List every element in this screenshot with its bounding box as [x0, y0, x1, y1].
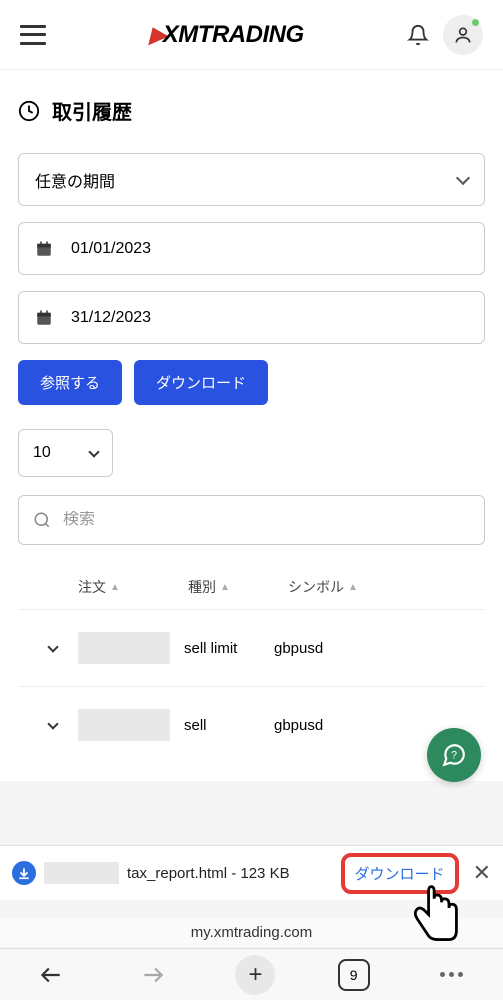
download-icon [12, 861, 36, 885]
page-title: 取引履歴 [52, 96, 132, 125]
date-from-input[interactable]: 01/01/2023 [18, 222, 485, 275]
cell-type: sell limit [184, 640, 274, 657]
main-content: 取引履歴 任意の期間 01/01/2023 31/12/2023 参照する ダウ… [0, 70, 503, 781]
browser-menu-button[interactable] [432, 955, 472, 995]
profile-button[interactable] [443, 15, 483, 55]
pagesize-value: 10 [33, 444, 51, 462]
cell-symbol: gbpusd [274, 640, 475, 657]
browser-url-bar[interactable]: my.xmtrading.com [0, 917, 503, 947]
chevron-down-icon [47, 641, 58, 652]
browse-button[interactable]: 参照する [18, 360, 122, 405]
sort-icon: ▲ [110, 582, 120, 593]
sort-icon: ▲ [220, 582, 230, 593]
browser-nav-bar: + 9 [0, 948, 503, 1000]
column-symbol[interactable]: シンボル▲ [288, 577, 475, 597]
period-select-value: 任意の期間 [35, 168, 115, 192]
cell-type: sell [184, 717, 274, 734]
notifications-button[interactable] [407, 24, 429, 46]
search-box[interactable] [18, 495, 485, 545]
chevron-down-icon [456, 170, 470, 184]
chevron-down-icon [88, 446, 99, 457]
back-button[interactable] [31, 955, 71, 995]
column-type[interactable]: 種別▲ [188, 577, 288, 597]
date-to-value: 31/12/2023 [71, 309, 151, 327]
search-input[interactable] [63, 511, 470, 529]
close-download-bar[interactable]: ✕ [473, 860, 491, 886]
menu-button[interactable] [20, 25, 46, 45]
forward-button[interactable] [133, 955, 173, 995]
column-order[interactable]: 注文▲ [78, 577, 188, 597]
redacted-order-id [78, 709, 170, 741]
app-header: ▶ XMTRADING [0, 0, 503, 70]
table-row: sell gbpusd [18, 686, 485, 763]
tabs-button[interactable]: 9 [338, 959, 370, 991]
status-dot-icon [472, 19, 479, 26]
calendar-icon [35, 240, 53, 258]
table-row: sell limit gbpusd [18, 609, 485, 686]
logo[interactable]: ▶ XMTRADING [149, 21, 303, 49]
download-notification-bar: tax_report.html - 123 KB ダウンロード ✕ [0, 845, 503, 900]
tab-count: 9 [350, 967, 358, 983]
pagesize-select[interactable]: 10 [18, 429, 113, 477]
expand-row-button[interactable] [28, 646, 78, 651]
sort-icon: ▲ [348, 582, 358, 593]
calendar-icon [35, 309, 53, 327]
download-action-button[interactable]: ダウンロード [355, 866, 445, 883]
logo-text: XMTRADING [163, 21, 304, 49]
date-to-input[interactable]: 31/12/2023 [18, 291, 485, 344]
redacted-order-id [78, 632, 170, 664]
clock-icon [18, 100, 40, 122]
svg-text:?: ? [451, 749, 457, 761]
expand-row-button[interactable] [28, 723, 78, 728]
redacted-filename-prefix [44, 862, 119, 884]
table-header: 注文▲ 種別▲ シンボル▲ [18, 565, 485, 609]
help-fab[interactable]: ? [427, 728, 481, 782]
date-from-value: 01/01/2023 [71, 240, 151, 258]
download-filename: tax_report.html - 123 KB [127, 865, 290, 882]
search-icon [33, 511, 51, 529]
chevron-down-icon [47, 718, 58, 729]
new-tab-button[interactable]: + [235, 955, 275, 995]
url-text: my.xmtrading.com [191, 924, 312, 941]
download-action-highlight: ダウンロード [341, 853, 459, 894]
period-select[interactable]: 任意の期間 [18, 153, 485, 206]
download-button[interactable]: ダウンロード [134, 360, 268, 405]
